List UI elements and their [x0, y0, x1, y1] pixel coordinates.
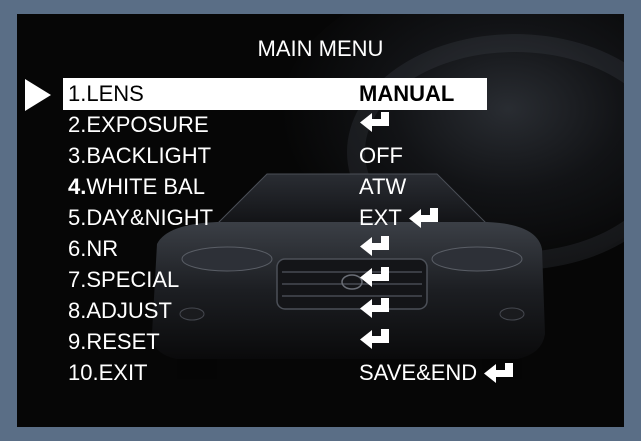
enter-arrow-icon[interactable]	[483, 361, 517, 385]
menu-item-value: EXT	[359, 203, 442, 233]
menu-item-value	[359, 296, 393, 320]
menu-item-text: RESET	[86, 329, 160, 354]
enter-arrow-icon[interactable]	[359, 296, 393, 320]
menu-item-label: 10.EXIT	[68, 358, 148, 388]
menu-item-lens[interactable]: 1.LENS MANUAL	[17, 79, 624, 109]
enter-arrow-icon[interactable]	[359, 327, 393, 351]
enter-arrow-icon[interactable]	[408, 206, 442, 230]
menu-item-value-text: SAVE&END	[359, 360, 478, 385]
menu-item-text: SPECIAL	[86, 267, 180, 292]
menu-item-value-text: MANUAL	[359, 81, 455, 106]
menu-item-backlight[interactable]: 3.BACKLIGHT OFF	[17, 141, 624, 171]
menu-item-value-text: ATW	[359, 174, 407, 199]
menu-item-special[interactable]: 7.SPECIAL	[17, 265, 624, 295]
menu-item-label: 4.WHITE BAL	[68, 172, 205, 202]
menu-item-label: 8.ADJUST	[68, 296, 172, 326]
menu-item-text: BACKLIGHT	[86, 143, 212, 168]
menu-item-day-night[interactable]: 5.DAY&NIGHT EXT	[17, 203, 624, 233]
menu-item-label: 2.EXPOSURE	[68, 110, 209, 140]
menu-item-text: WHITE BAL	[86, 174, 205, 199]
menu-item-number: 8.	[68, 298, 87, 323]
enter-arrow-icon[interactable]	[359, 110, 393, 134]
menu-item-value-text: EXT	[359, 205, 402, 230]
menu-item-number: 1.	[68, 81, 87, 106]
menu-item-label: 1.LENS	[68, 79, 144, 109]
menu-item-nr[interactable]: 6.NR	[17, 234, 624, 264]
menu-item-value: OFF	[359, 141, 403, 171]
menu-item-white-bal[interactable]: 4.WHITE BAL ATW	[17, 172, 624, 202]
menu-item-exit[interactable]: 10.EXIT SAVE&END	[17, 358, 624, 388]
menu-item-value	[359, 234, 393, 258]
menu-item-text: LENS	[86, 81, 144, 106]
osd-menu-screen: MAIN MENU 1.LENS MANUAL 2.EXPOSURE 3.BACKLI…	[17, 14, 624, 427]
menu-item-label: 7.SPECIAL	[68, 265, 179, 295]
menu-title: MAIN MENU	[257, 36, 384, 61]
menu-item-label: 9.RESET	[68, 327, 160, 357]
menu-item-reset[interactable]: 9.RESET	[17, 327, 624, 357]
menu-item-label: 3.BACKLIGHT	[68, 141, 211, 171]
menu-item-value: MANUAL	[359, 79, 454, 109]
menu-item-value	[359, 265, 393, 289]
menu-item-value	[359, 110, 393, 134]
enter-arrow-icon[interactable]	[359, 265, 393, 289]
menu-item-label: 5.DAY&NIGHT	[68, 203, 213, 233]
menu-item-number: 7.	[68, 267, 87, 292]
menu-item-text: NR	[86, 236, 119, 261]
menu-item-value: SAVE&END	[359, 358, 517, 388]
menu-item-value: ATW	[359, 172, 406, 202]
enter-arrow-icon[interactable]	[359, 234, 393, 258]
menu-item-value-text: OFF	[359, 143, 403, 168]
menu-item-number: 5.	[68, 205, 87, 230]
menu-item-exposure[interactable]: 2.EXPOSURE	[17, 110, 624, 140]
menu-item-adjust[interactable]: 8.ADJUST	[17, 296, 624, 326]
menu-item-number: 3.	[68, 143, 87, 168]
menu-item-text: EXIT	[98, 360, 148, 385]
menu-item-label: 6.NR	[68, 234, 118, 264]
menu-item-number: 2.	[68, 112, 87, 137]
menu-item-number: 10.	[68, 360, 99, 385]
menu-item-number: 6.	[68, 236, 87, 261]
menu-item-value	[359, 327, 393, 351]
menu-item-number: 9.	[68, 329, 87, 354]
menu-item-text: EXPOSURE	[86, 112, 209, 137]
menu-item-number: 4.	[68, 174, 87, 199]
menu-item-text: DAY&NIGHT	[86, 205, 214, 230]
menu-item-text: ADJUST	[86, 298, 172, 323]
